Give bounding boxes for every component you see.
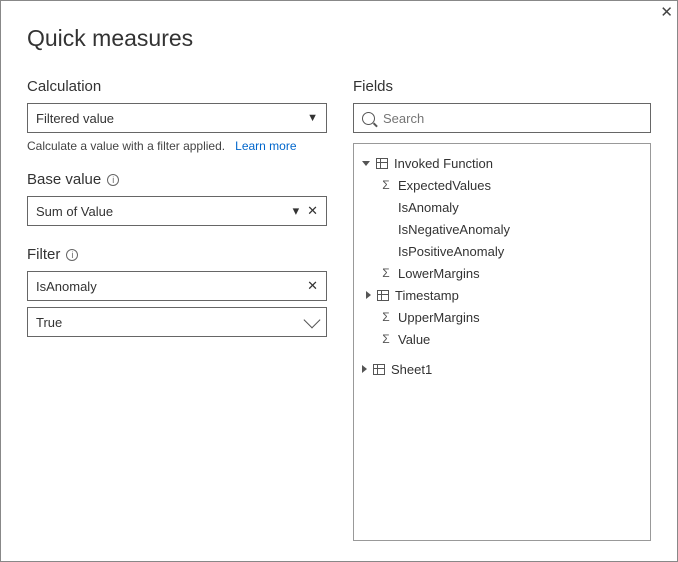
- clear-icon[interactable]: ✕: [307, 203, 318, 219]
- search-icon: [362, 112, 375, 125]
- fields-label: Fields: [353, 78, 651, 95]
- filter-field-input[interactable]: IsAnomaly ✕: [27, 271, 327, 301]
- tree-field[interactable]: IsAnomaly: [360, 196, 644, 218]
- filter-label: Filter i: [27, 246, 327, 263]
- clear-icon[interactable]: ✕: [307, 278, 318, 294]
- dialog-title: Quick measures: [27, 25, 651, 52]
- filter-value-text: True: [36, 315, 62, 330]
- info-icon[interactable]: i: [66, 249, 78, 261]
- base-value-field[interactable]: Sum of Value ▾ ✕: [27, 196, 327, 226]
- tree-field[interactable]: Σ Value: [360, 328, 644, 350]
- tree-field[interactable]: Σ ExpectedValues: [360, 174, 644, 196]
- tree-field[interactable]: Σ LowerMargins: [360, 262, 644, 284]
- filter-value-select[interactable]: True: [27, 307, 327, 337]
- chevron-down-icon: [304, 312, 321, 329]
- caret-down-icon: ▼: [307, 112, 318, 124]
- info-icon[interactable]: i: [107, 174, 119, 186]
- filter-field-text: IsAnomaly: [36, 279, 97, 294]
- calculation-help: Calculate a value with a filter applied.…: [27, 139, 327, 153]
- base-value-label: Base value i: [27, 171, 327, 188]
- expand-icon[interactable]: [366, 291, 371, 299]
- calculation-label: Calculation: [27, 78, 327, 95]
- tree-field[interactable]: IsPositiveAnomaly: [360, 240, 644, 262]
- close-icon[interactable]: ✕: [660, 3, 673, 21]
- tree-field[interactable]: Σ UpperMargins: [360, 306, 644, 328]
- table-icon: [377, 290, 389, 301]
- expand-icon[interactable]: [362, 161, 370, 166]
- tree-table-sheet1[interactable]: Sheet1: [360, 358, 644, 380]
- base-value-text: Sum of Value: [36, 204, 113, 219]
- expand-icon[interactable]: [362, 365, 367, 373]
- table-icon: [376, 158, 388, 169]
- calculation-value: Filtered value: [36, 111, 114, 126]
- calculation-panel: Calculation Filtered value ▼ Calculate a…: [27, 78, 327, 541]
- table-icon: [373, 364, 385, 375]
- fields-tree: Invoked Function Σ ExpectedValues IsAnom…: [353, 143, 651, 541]
- tree-field[interactable]: IsNegativeAnomaly: [360, 218, 644, 240]
- search-input[interactable]: [383, 111, 642, 126]
- caret-down-icon[interactable]: ▾: [293, 203, 300, 219]
- sigma-icon: Σ: [380, 178, 392, 192]
- tree-field[interactable]: Timestamp: [360, 284, 644, 306]
- tree-table-invoked[interactable]: Invoked Function: [360, 152, 644, 174]
- learn-more-link[interactable]: Learn more: [235, 139, 296, 153]
- fields-search[interactable]: [353, 103, 651, 133]
- sigma-icon: Σ: [380, 266, 392, 280]
- sigma-icon: Σ: [380, 310, 392, 324]
- sigma-icon: Σ: [380, 332, 392, 346]
- fields-panel: Fields Invoked Function Σ ExpectedValues…: [353, 78, 651, 541]
- quick-measures-dialog: ✕ Quick measures Calculation Filtered va…: [0, 0, 678, 562]
- calculation-select[interactable]: Filtered value ▼: [27, 103, 327, 133]
